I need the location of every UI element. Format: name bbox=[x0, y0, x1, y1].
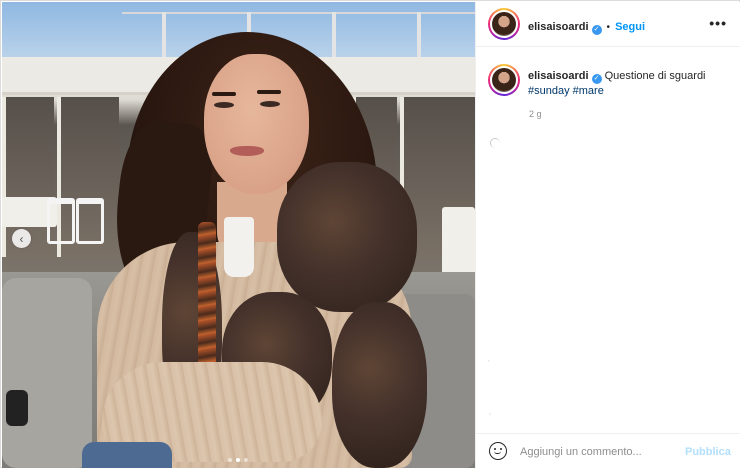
avatar-image bbox=[492, 12, 516, 36]
username-link[interactable]: elisaisoardi bbox=[528, 21, 589, 33]
photo-sofa-arm bbox=[2, 278, 92, 468]
carousel-indicator bbox=[228, 458, 248, 462]
photo-fur-stole bbox=[332, 302, 427, 468]
carousel-prev-button[interactable]: ‹ bbox=[12, 229, 31, 248]
loading-mark-icon: ‚ bbox=[488, 354, 490, 363]
post-sidebar: elisaisoardi ✓ • Segui ••• elisaisoardi ✓ Qu… bbox=[475, 2, 740, 468]
photo-shoe bbox=[6, 390, 28, 426]
avatar-inner bbox=[490, 10, 518, 38]
photo-jeans bbox=[82, 442, 172, 468]
photo-chair bbox=[76, 198, 104, 244]
more-options-icon[interactable]: ••• bbox=[709, 15, 727, 31]
photo-eye bbox=[260, 101, 280, 107]
post-timestamp[interactable]: 2 g bbox=[529, 109, 542, 119]
chevron-left-icon: ‹ bbox=[19, 231, 24, 246]
publish-button[interactable]: Pubblica bbox=[685, 446, 731, 458]
avatar-image bbox=[492, 68, 516, 92]
instagram-post-window: ‹ elisaisoardi ✓ • Segui ••• elisaisoard… bbox=[0, 0, 740, 468]
carousel-dot bbox=[244, 458, 248, 462]
caption-avatar[interactable] bbox=[488, 64, 520, 96]
comment-input[interactable] bbox=[520, 444, 670, 460]
carousel-dot bbox=[228, 458, 232, 462]
follow-button[interactable]: Segui bbox=[615, 21, 645, 33]
avatar-inner bbox=[490, 66, 518, 94]
post-media[interactable]: ‹ bbox=[2, 2, 475, 468]
photo-fur-stole bbox=[277, 162, 417, 312]
emoji-icon[interactable] bbox=[489, 442, 507, 460]
caption-text: Questione di sguardi bbox=[604, 70, 706, 82]
header-user-info: elisaisoardi ✓ • Segui bbox=[528, 17, 645, 35]
loading-mark-icon: ‚ bbox=[489, 407, 491, 416]
photo-face bbox=[204, 54, 309, 194]
photo-mouth bbox=[230, 146, 264, 156]
photo-railing-post bbox=[417, 12, 421, 58]
carousel-dot-active bbox=[236, 458, 240, 462]
photo-shirt bbox=[224, 217, 254, 277]
loading-spinner-icon bbox=[490, 138, 500, 148]
verified-badge-icon: ✓ bbox=[591, 25, 602, 35]
comment-bar: Pubblica bbox=[476, 433, 740, 468]
post-header: elisaisoardi ✓ • Segui ••• bbox=[476, 2, 740, 47]
avatar[interactable] bbox=[488, 8, 520, 40]
photo-table bbox=[442, 207, 475, 277]
hashtag-link[interactable]: #sunday bbox=[528, 85, 570, 97]
verified-badge-icon: ✓ bbox=[591, 74, 602, 84]
photo-railing-post bbox=[332, 12, 336, 58]
photo-eyebrow bbox=[212, 92, 236, 96]
separator: • bbox=[606, 22, 611, 33]
emoji-smile bbox=[494, 451, 501, 454]
photo-eye bbox=[214, 102, 234, 108]
caption-username-link[interactable]: elisaisoardi bbox=[528, 70, 589, 82]
photo-eyebrow bbox=[257, 90, 281, 94]
caption-text-block: elisaisoardi ✓ Questione di sguardi #sund… bbox=[528, 69, 733, 99]
photo-chair bbox=[47, 198, 75, 244]
photo-railing-post bbox=[162, 12, 166, 58]
hashtag-link[interactable]: #mare bbox=[573, 85, 604, 97]
